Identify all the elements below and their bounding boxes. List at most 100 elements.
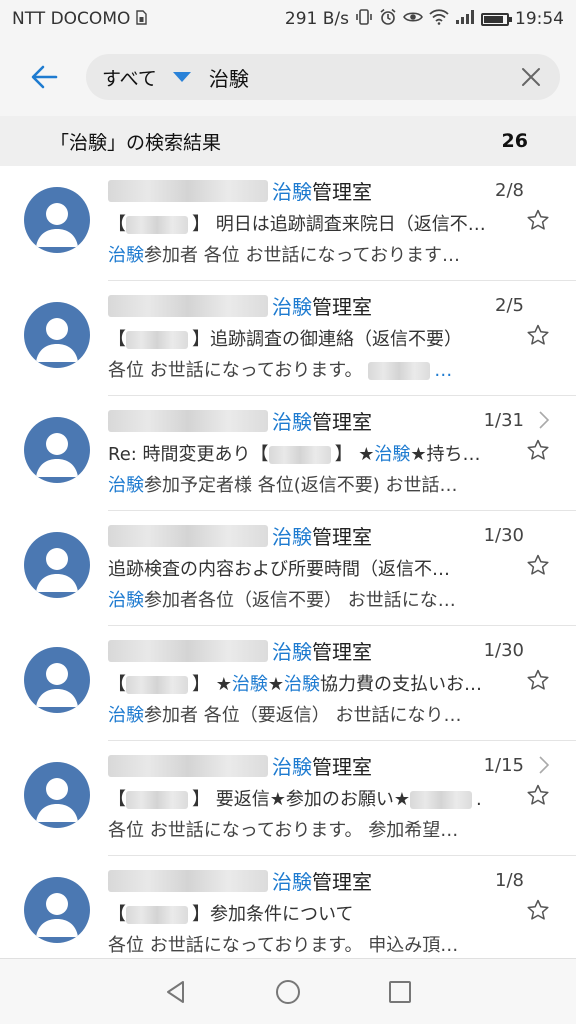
search-scope-dropdown[interactable]: すべて (102, 64, 157, 91)
results-label: 「治験」の検索結果 (50, 131, 222, 154)
email-list-item[interactable]: 治験 管理室 1/30 追跡検査の内容および所要時間（返信不… 治験参加者各位（返信不要… (0, 511, 576, 626)
email-subject: 【 】追跡調査の御連絡（返信不要） (108, 325, 514, 351)
email-preview: 各位 お世話になっております。 … (108, 356, 514, 382)
email-date: 1/30 (483, 525, 524, 546)
chevron-right-icon[interactable] (538, 410, 550, 430)
email-list-item[interactable]: 治験 管理室 1/15 【 】 要返信★参加のお願い★. 各位 お世話になっております。 … (0, 741, 576, 856)
star-icon[interactable] (526, 438, 550, 462)
email-preview: 治験参加者 各位 お世話になっております… (108, 241, 514, 267)
highlighted-term: 治験 (284, 674, 320, 695)
battery-icon (481, 12, 512, 26)
sender-name: 治験 管理室 (108, 866, 372, 895)
text-segment: 】 ★ (334, 444, 375, 465)
dropdown-caret-icon[interactable] (172, 72, 191, 82)
search-input[interactable]: 治験 (209, 63, 516, 92)
text-segment: 】参加条件について (192, 904, 354, 925)
sender-name: 治験 管理室 (108, 636, 372, 665)
email-content: 治験 管理室 1/8 【 】参加条件について 各位 お世話になっております。 申込み頂… (108, 856, 576, 971)
clock: 19:54 (515, 9, 564, 29)
email-subject: 【 】参加条件について (108, 900, 514, 926)
vibrate-icon (355, 8, 373, 30)
email-content: 治験 管理室 1/30 追跡検査の内容および所要時間（返信不… 治験参加者各位（返信不要… (108, 511, 576, 626)
redacted-sender (108, 179, 268, 202)
text-segment: ★ (267, 674, 284, 695)
system-navigation-bar (0, 958, 576, 1024)
sender-highlight: 治験 (272, 295, 312, 319)
person-icon (24, 203, 90, 253)
text-segment: Re: 時間変更あり【 (108, 444, 269, 465)
person-icon (24, 318, 90, 368)
wifi-icon (429, 9, 449, 29)
text-segment: 】 要返信★参加のお願い★ (192, 789, 410, 810)
avatar (24, 762, 90, 828)
redacted-text (126, 791, 188, 809)
avatar (24, 877, 90, 943)
text-segment: 【 (108, 789, 126, 810)
alarm-icon (379, 8, 397, 30)
redacted-sender (108, 639, 268, 662)
email-list-item[interactable]: 治験 管理室 2/8 【】 明日は追跡調査来院日（返信不… 治験参加者 各位 お世話にな… (0, 166, 576, 281)
text-segment: 各位 お世話になっております。 参加希望… (108, 820, 459, 841)
signal-icon (455, 9, 475, 29)
text-segment: 各位 お世話になっております。 申込み頂… (108, 935, 459, 956)
redacted-text (126, 331, 188, 349)
nav-back-button[interactable] (156, 972, 196, 1012)
clear-search-button[interactable] (516, 62, 546, 92)
email-list-item[interactable]: 治験 管理室 1/8 【 】参加条件について 各位 お世話になっております。 申込み頂… (0, 856, 576, 971)
sender-name: 治験 管理室 (108, 521, 372, 550)
sender-label: 管理室 (312, 295, 372, 319)
redacted-sender (108, 294, 268, 317)
highlighted-term: 治験 (108, 245, 144, 266)
recents-square-icon (389, 980, 411, 1003)
email-subject: 追跡検査の内容および所要時間（返信不… (108, 555, 514, 581)
star-icon[interactable] (526, 668, 550, 692)
email-content: 治験 管理室 1/31 Re: 時間変更あり【】 ★治験★持ち… 治験参加予定者様 各位… (108, 396, 576, 511)
close-icon (522, 68, 540, 86)
status-bar: NTT DOCOMO 291 B/s 19:54 (0, 0, 576, 38)
text-segment: 参加者 各位（要返信） お世話になり… (144, 705, 462, 726)
email-list-item[interactable]: 治験 管理室 1/31 Re: 時間変更あり【】 ★治験★持ち… 治験参加予定者様 各位… (0, 396, 576, 511)
star-icon[interactable] (526, 783, 550, 807)
back-button[interactable] (16, 49, 72, 105)
sender-name: 治験 管理室 (108, 176, 372, 205)
sender-label: 管理室 (312, 870, 372, 894)
highlighted-term: 治験 (231, 674, 268, 695)
email-list: 治験 管理室 2/8 【】 明日は追跡調査来院日（返信不… 治験参加者 各位 お世話にな… (0, 166, 576, 971)
sender-label: 管理室 (312, 180, 372, 204)
redacted-text (368, 362, 431, 380)
email-list-item[interactable]: 治験 管理室 1/30 【】 ★治験★治験協力費の支払いお… 治験参加者 各位（要返信）… (0, 626, 576, 741)
results-count: 26 (501, 130, 528, 152)
avatar (24, 647, 90, 713)
star-icon[interactable] (526, 323, 550, 347)
search-header: すべて 治験 (0, 38, 576, 116)
redacted-text (126, 906, 188, 924)
sender-label: 管理室 (312, 640, 372, 664)
text-segment: 】 明日は追跡調査来院日（返信不… (192, 214, 486, 235)
email-date: 2/5 (495, 295, 524, 316)
redacted-text (410, 791, 472, 809)
email-preview: 各位 お世話になっております。 申込み頂… (108, 931, 514, 957)
sender-highlight: 治験 (272, 410, 312, 434)
chevron-right-icon[interactable] (538, 755, 550, 775)
eye-icon (403, 9, 423, 29)
email-preview: 治験参加者各位（返信不要） お世話にな… (108, 586, 514, 612)
arrow-left-icon (31, 65, 58, 89)
nav-home-button[interactable] (268, 972, 308, 1012)
redacted-text (126, 216, 188, 234)
redacted-text (268, 446, 331, 464)
text-segment: 【 (108, 674, 126, 695)
text-segment: 【 (108, 329, 126, 350)
network-speed: 291 B/s (284, 9, 349, 29)
text-segment: 参加者 各位 お世話になっております… (144, 245, 461, 266)
nav-recents-button[interactable] (380, 972, 420, 1012)
sender-label: 管理室 (312, 755, 372, 779)
email-preview: 治験参加者 各位（要返信） お世話になり… (108, 701, 514, 727)
star-icon[interactable] (526, 553, 550, 577)
email-list-item[interactable]: 治験 管理室 2/5 【 】追跡調査の御連絡（返信不要） 各位 お世話になっております。 … (0, 281, 576, 396)
star-icon[interactable] (526, 898, 550, 922)
star-icon[interactable] (526, 208, 550, 232)
home-circle-icon (276, 979, 300, 1004)
avatar (24, 302, 90, 368)
sender-name: 治験 管理室 (108, 406, 372, 435)
highlighted-term: 治験 (108, 705, 144, 726)
